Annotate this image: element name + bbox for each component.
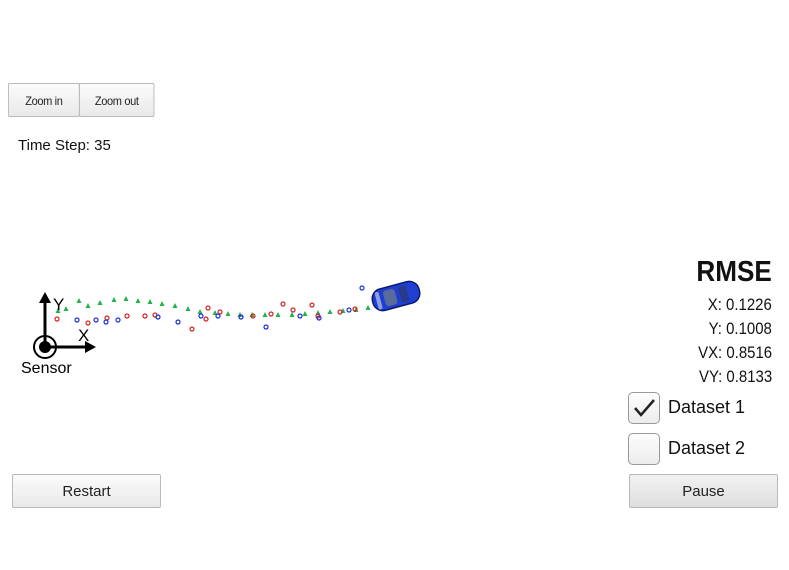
rmse-vy-value: VY: 0.8133 bbox=[698, 367, 772, 386]
radar-marker bbox=[198, 313, 204, 319]
lidar-marker bbox=[203, 316, 209, 322]
radar-marker bbox=[175, 319, 181, 325]
lidar-marker bbox=[104, 315, 110, 321]
rmse-title: RMSE bbox=[696, 256, 772, 288]
lidar-marker bbox=[309, 302, 315, 308]
estimate-marker bbox=[147, 299, 153, 304]
rmse-y-value: Y: 0.1008 bbox=[708, 319, 772, 338]
y-axis-label: Y bbox=[53, 295, 64, 314]
pause-button[interactable]: Pause bbox=[629, 474, 778, 508]
sensor-label: Sensor bbox=[21, 360, 72, 377]
radar-marker bbox=[115, 317, 121, 323]
lidar-marker bbox=[54, 316, 60, 322]
estimate-marker bbox=[302, 311, 308, 316]
car-icon bbox=[371, 280, 421, 312]
estimate-marker bbox=[237, 312, 243, 317]
estimate-marker bbox=[275, 312, 281, 317]
lidar-marker bbox=[189, 326, 195, 332]
measurement-markers bbox=[54, 285, 371, 332]
radar-marker bbox=[263, 324, 269, 330]
estimate-marker bbox=[327, 309, 333, 314]
lidar-marker bbox=[290, 307, 296, 313]
radar-marker bbox=[103, 319, 109, 325]
lidar-marker bbox=[280, 301, 286, 307]
estimate-marker bbox=[85, 303, 91, 308]
radar-marker bbox=[297, 313, 303, 319]
estimate-marker bbox=[76, 298, 82, 303]
estimate-marker bbox=[135, 298, 141, 303]
rmse-vx-value: VX: 0.8516 bbox=[697, 343, 772, 362]
estimate-marker bbox=[111, 297, 117, 302]
dataset-2-label[interactable]: Dataset 2 bbox=[668, 438, 745, 459]
lidar-marker bbox=[205, 305, 211, 311]
lidar-marker bbox=[142, 313, 148, 319]
lidar-marker bbox=[268, 311, 274, 317]
rmse-x-value: X: 0.1226 bbox=[707, 295, 772, 314]
lidar-marker bbox=[124, 313, 130, 319]
lidar-marker bbox=[85, 320, 91, 326]
estimate-marker bbox=[197, 309, 203, 314]
x-axis-label: X bbox=[78, 326, 89, 345]
dataset-1-label[interactable]: Dataset 1 bbox=[668, 397, 745, 418]
dataset-2-checkbox[interactable] bbox=[628, 433, 660, 465]
estimate-marker bbox=[172, 303, 178, 308]
radar-marker bbox=[74, 317, 80, 323]
estimate-marker bbox=[97, 300, 103, 305]
radar-marker bbox=[215, 313, 221, 319]
restart-button[interactable]: Restart bbox=[12, 474, 161, 508]
radar-marker bbox=[93, 317, 99, 323]
radar-marker bbox=[359, 285, 365, 291]
estimate-marker bbox=[289, 312, 295, 317]
lidar-marker bbox=[217, 309, 223, 315]
estimate-marker bbox=[365, 305, 371, 310]
estimate-marker bbox=[185, 306, 191, 311]
estimate-marker bbox=[123, 296, 129, 301]
checkmark-icon bbox=[634, 399, 655, 417]
radar-marker bbox=[346, 307, 352, 313]
estimate-marker bbox=[262, 312, 268, 317]
estimate-marker bbox=[225, 311, 231, 316]
estimate-marker bbox=[159, 301, 165, 306]
dataset-1-checkbox[interactable] bbox=[628, 392, 660, 424]
